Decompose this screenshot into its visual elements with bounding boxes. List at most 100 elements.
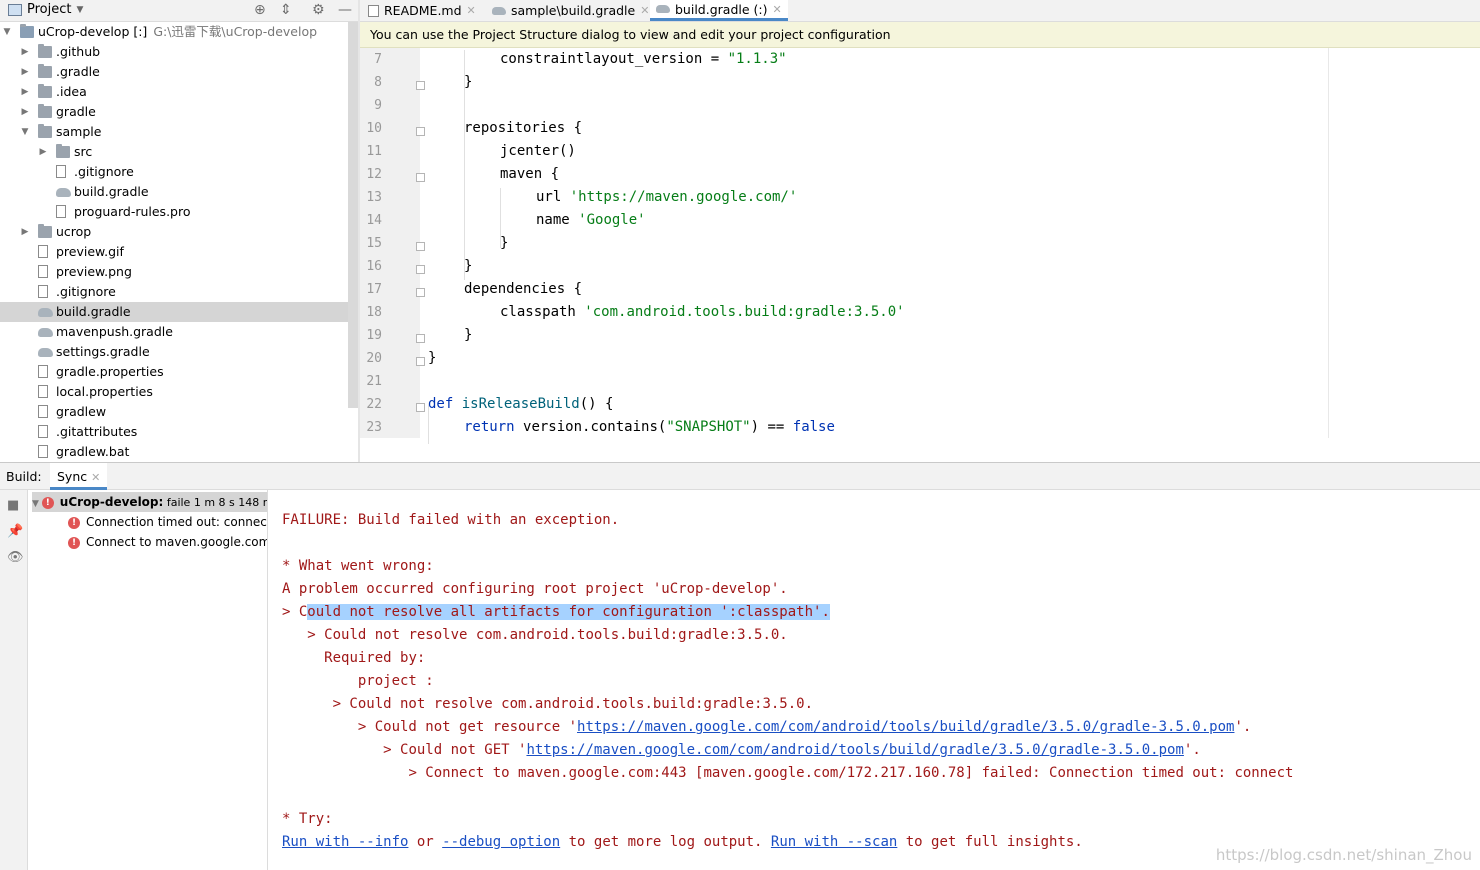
stop-icon[interactable]: ■ [7,498,19,513]
tree-item[interactable]: ▶ .idea [0,82,348,102]
gear-icon[interactable]: ⚙ [312,2,325,18]
error-icon: ! [41,496,54,509]
pin-icon[interactable]: 📌 [7,524,23,539]
console-indent [282,673,358,689]
folder-icon [38,44,52,58]
code-line: return version.contains("SNAPSHOT") == f… [464,419,835,435]
close-icon[interactable]: ✕ [772,0,781,19]
fold-marker-icon[interactable] [416,242,425,251]
build-tree-item[interactable]: ! Connection timed out: connect [68,512,267,532]
tree-item[interactable]: gradlew.bat [0,442,348,462]
code-line: def isReleaseBuild() { [428,396,613,412]
code-token: repositories { [464,120,583,136]
code-token: constraintlayout_version = [500,51,728,67]
project-tree-scrollbar[interactable] [348,22,358,408]
chevron-right-icon[interactable]: ▶ [20,42,30,62]
chevron-down-icon[interactable]: ▼ [32,499,42,509]
tree-item-label: uCrop-develop [:] G:\迅雷下载\uCrop-develop [38,24,318,39]
tree-item[interactable]: gradlew [0,402,348,422]
fold-marker-icon[interactable] [416,265,425,274]
project-tree[interactable]: ▼ uCrop-develop [:] G:\迅雷下载\uCrop-develop ▶… [0,22,348,462]
fold-marker-icon[interactable] [416,127,425,136]
fold-marker-icon[interactable] [416,288,425,297]
chevron-right-icon[interactable]: ▶ [20,62,30,82]
chevron-down-icon[interactable]: ▼ [2,22,12,42]
tree-item[interactable]: ▶ ucrop [0,222,348,242]
console-link[interactable]: https://maven.google.com/com/android/too… [526,742,1183,758]
tree-item[interactable]: ▼ uCrop-develop [:] G:\迅雷下载\uCrop-develop [0,22,348,42]
chevron-right-icon[interactable]: ▶ [20,82,30,102]
tree-item[interactable]: local.properties [0,382,348,402]
fold-marker-icon[interactable] [416,357,425,366]
tree-item[interactable]: ▶ gradle [0,102,348,122]
locate-icon[interactable]: ⊕ [254,2,266,18]
console-indent [282,742,383,758]
fold-marker-icon[interactable] [416,403,425,412]
tree-item[interactable]: ▶ .github [0,42,348,62]
tree-item-label: preview.gif [56,244,124,259]
file-icon [56,165,66,178]
build-time: 1 m 8 s 148 ms [193,496,267,509]
fold-marker-icon[interactable] [416,81,425,90]
console-link[interactable]: https://maven.google.com/com/android/too… [577,719,1234,735]
file-icon [38,245,48,258]
code-token: false [792,419,835,435]
tree-item-label: preview.png [56,264,132,279]
code-token: dependencies { [464,281,583,297]
module-icon [20,24,34,38]
chevron-down-icon[interactable]: ▼ [20,122,30,142]
eye-icon[interactable]: 👁 [7,550,24,565]
console-link[interactable]: Run with --info [282,834,408,850]
tree-item[interactable]: settings.gradle [0,342,348,362]
build-console-output[interactable]: FAILURE: Build failed with an exception.… [270,490,1480,870]
console-text: '. [1234,719,1252,735]
tree-item[interactable]: preview.png [0,262,348,282]
tree-item[interactable]: preview.gif [0,242,348,262]
tree-item-label: .gitignore [56,284,116,299]
tree-item[interactable]: ▼ sample [0,122,348,142]
tab-sync[interactable]: Sync ✕ [50,463,108,490]
editor-tab[interactable]: sample\build.gradle ✕ [486,0,655,21]
tree-item[interactable]: mavenpush.gradle [0,322,348,342]
console-link[interactable]: Run with --scan [771,834,897,850]
tree-item[interactable]: .gitignore [0,162,348,182]
console-line: > Could not resolve com.android.tools.bu… [282,627,787,643]
close-icon[interactable]: ✕ [91,471,100,484]
console-indent [282,650,324,666]
tree-item[interactable]: ▶ .gradle [0,62,348,82]
chevron-right-icon[interactable]: ▶ [38,142,48,162]
tree-item[interactable]: .gitattributes [0,422,348,442]
project-view-selector[interactable]: Project ▼ [8,2,83,17]
code-editor[interactable] [420,48,1480,438]
code-token: classpath [500,304,585,320]
code-token: } [464,74,473,90]
indent-guide [464,50,465,280]
chevron-right-icon[interactable]: ▶ [20,102,30,122]
collapse-all-icon[interactable]: ⇕ [280,2,292,18]
console-line: > Could not GET 'https://maven.google.co… [282,742,1201,758]
tree-item-label: gradle [56,104,96,119]
tree-item[interactable]: gradle.properties [0,362,348,382]
console-text: ould not resolve all artifacts for confi… [307,604,830,620]
build-tree-item[interactable]: ▼ ! uCrop-develop: faile 1 m 8 s 148 ms [32,492,267,512]
file-icon [56,205,66,218]
build-side-toolbar: ■ 📌 👁 [0,490,28,870]
minimize-icon[interactable]: — [338,2,352,18]
close-icon[interactable]: ✕ [640,1,649,20]
build-tree-item[interactable]: ! Connect to maven.google.com: [68,532,267,552]
tree-item[interactable]: build.gradle [0,182,348,202]
close-icon[interactable]: ✕ [467,1,476,20]
editor-tab[interactable]: README.md ✕ [362,0,482,21]
line-number: 22 [366,397,382,412]
chevron-right-icon[interactable]: ▶ [20,222,30,242]
editor-tab[interactable]: build.gradle (:) ✕ [650,0,788,21]
tree-item[interactable]: build.gradle [0,302,348,322]
tree-item[interactable]: proguard-rules.pro [0,202,348,222]
tree-item[interactable]: ▶ src [0,142,348,162]
build-tree[interactable]: ▼ ! uCrop-develop: faile 1 m 8 s 148 ms! C… [28,490,268,870]
fold-marker-icon[interactable] [416,334,425,343]
fold-marker-icon[interactable] [416,173,425,182]
console-link[interactable]: --debug option [442,834,560,850]
tree-item[interactable]: .gitignore [0,282,348,302]
file-icon [368,4,379,17]
